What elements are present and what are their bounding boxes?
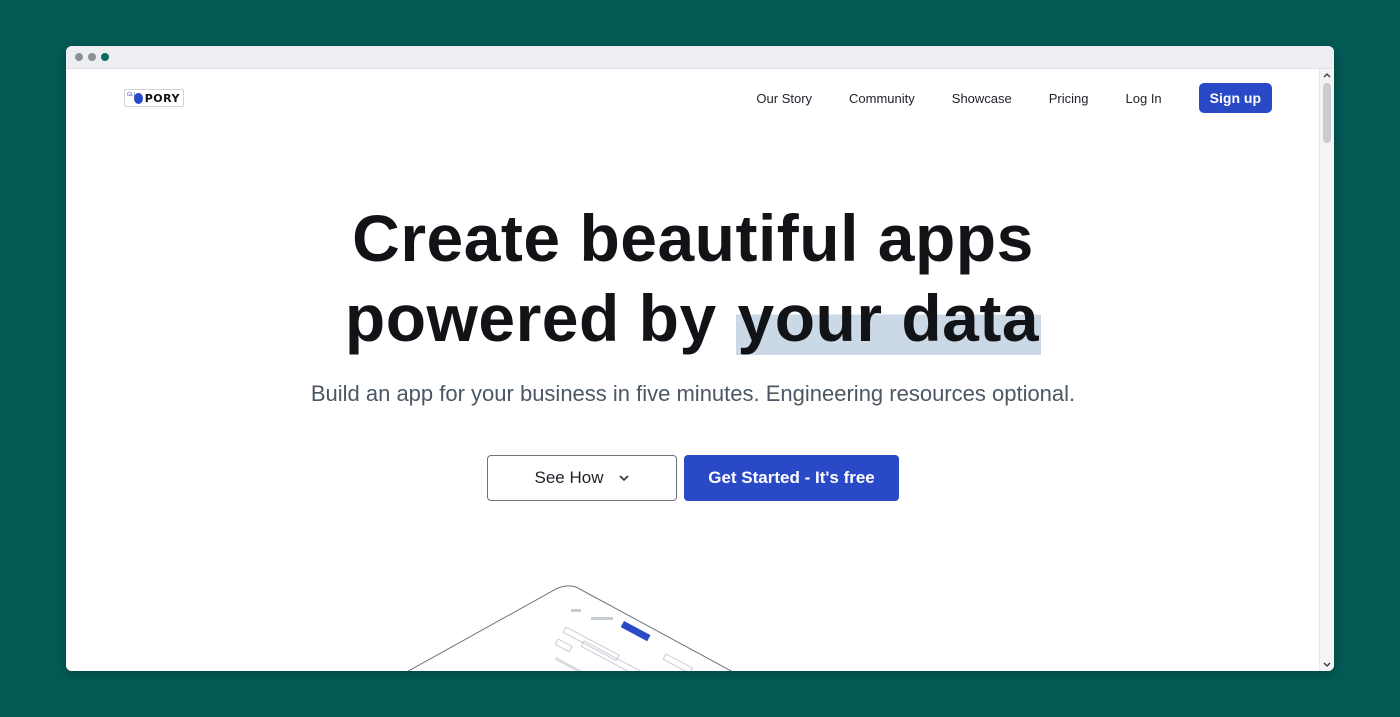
chevron-down-icon: [619, 471, 630, 485]
nav-link-showcase[interactable]: Showcase: [952, 91, 1012, 106]
hero-subtitle: Build an app for your business in five m…: [310, 381, 1076, 406]
logo-small-text: GLI: [127, 92, 136, 98]
chevron-down-icon[interactable]: [1320, 659, 1334, 671]
see-how-button[interactable]: See How: [487, 455, 677, 501]
logo-text: PORY: [144, 91, 180, 105]
minimize-window-dot[interactable]: [88, 53, 96, 61]
app-preview-illustration: [407, 585, 733, 671]
maximize-window-dot[interactable]: [101, 53, 109, 61]
cta-row: See How Get Started - It's free: [66, 455, 1320, 501]
hero-title-line1: Create beautiful apps: [352, 201, 1034, 275]
nav-links: Our Story Community Showcase Pricing Log…: [719, 83, 1272, 113]
hero-title-line2-prefix: powered by: [344, 281, 736, 355]
hero-title: Create beautiful apps powered by your da…: [66, 198, 1320, 358]
see-how-label: See How: [534, 468, 604, 487]
logo[interactable]: GLI PORY: [124, 89, 184, 107]
chevron-up-icon[interactable]: [1320, 69, 1334, 81]
scrollbar-thumb[interactable]: [1323, 83, 1331, 143]
vertical-scrollbar[interactable]: [1319, 69, 1334, 671]
nav-link-login[interactable]: Log In: [1126, 91, 1162, 106]
nav-link-our-story[interactable]: Our Story: [756, 91, 812, 106]
nav-link-pricing[interactable]: Pricing: [1049, 91, 1089, 106]
nav-link-community[interactable]: Community: [849, 91, 915, 106]
page-viewport: GLI PORY Our Story Community Showcase Pr…: [66, 69, 1320, 671]
hero-title-highlight: your data: [735, 281, 1042, 355]
get-started-button[interactable]: Get Started - It's free: [684, 455, 899, 501]
window-titlebar: [66, 46, 1334, 69]
close-window-dot[interactable]: [75, 53, 83, 61]
browser-window: GLI PORY Our Story Community Showcase Pr…: [66, 46, 1334, 671]
signup-button[interactable]: Sign up: [1198, 83, 1272, 113]
top-nav: GLI PORY Our Story Community Showcase Pr…: [66, 69, 1320, 131]
logo-mark-icon: [134, 92, 143, 104]
